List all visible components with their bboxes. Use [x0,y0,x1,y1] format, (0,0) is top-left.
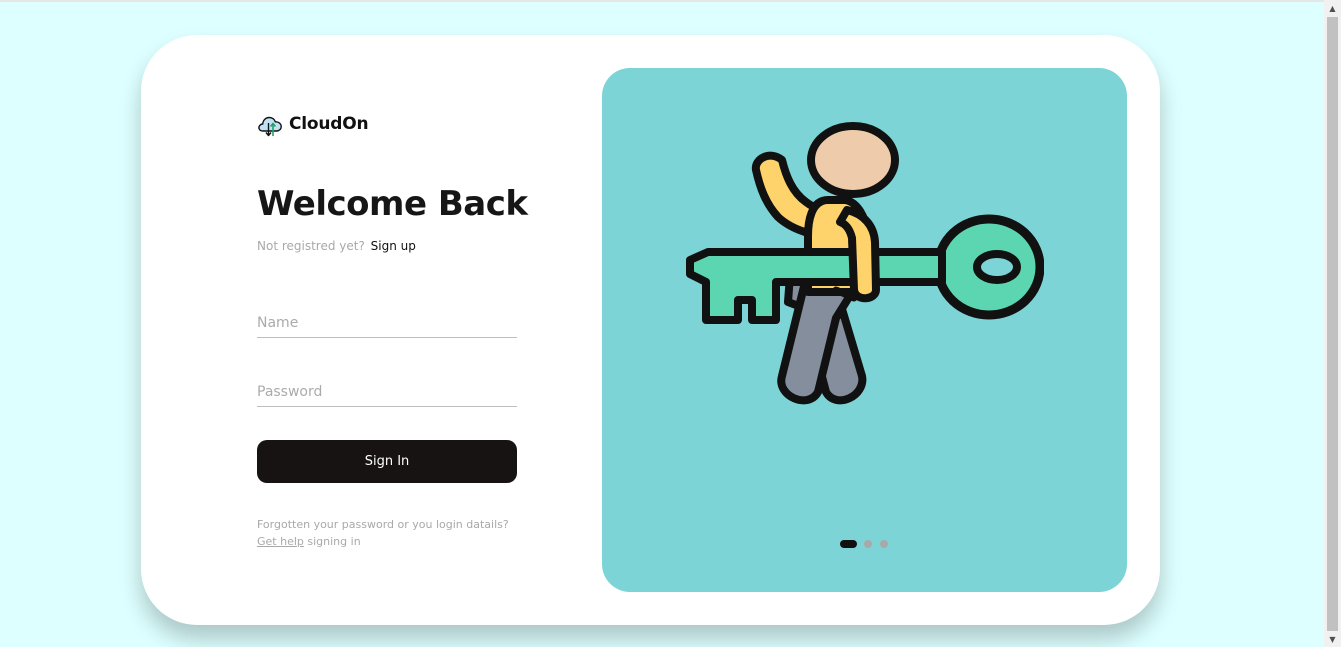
help-line: Get help signing in [257,533,509,550]
name-input[interactable] [257,308,517,338]
help-suffix: signing in [303,535,361,548]
vertical-scrollbar[interactable]: ▲ ▼ [1324,0,1341,647]
brand-name: CloudOn [289,114,369,134]
scroll-down-arrow-icon[interactable]: ▼ [1324,633,1341,647]
carousel-dot-2[interactable] [864,540,872,548]
carousel-dot-3[interactable] [880,540,888,548]
password-input[interactable] [257,377,517,407]
carousel-dot-1[interactable] [840,540,857,548]
get-help-link[interactable]: Get help [257,535,304,548]
signup-prompt: Not registred yet? Sign up [257,239,416,253]
scrollbar-thumb[interactable] [1327,17,1338,631]
signup-link[interactable]: Sign up [371,239,416,253]
browser-top-border [0,0,1324,2]
brand: CloudOn [256,109,369,139]
person-with-key-illustration [686,122,1044,405]
help-question: Forgotten your password or you login dat… [257,518,509,531]
signup-prompt-text: Not registred yet? [257,239,365,253]
sign-in-button[interactable]: Sign In [257,440,517,483]
carousel-indicator [840,540,896,548]
cloud-sync-icon [258,116,282,137]
page-title: Welcome Back [257,184,528,224]
help-text: Forgotten your password or you login dat… [257,516,509,550]
scroll-up-arrow-icon[interactable]: ▲ [1324,2,1341,16]
